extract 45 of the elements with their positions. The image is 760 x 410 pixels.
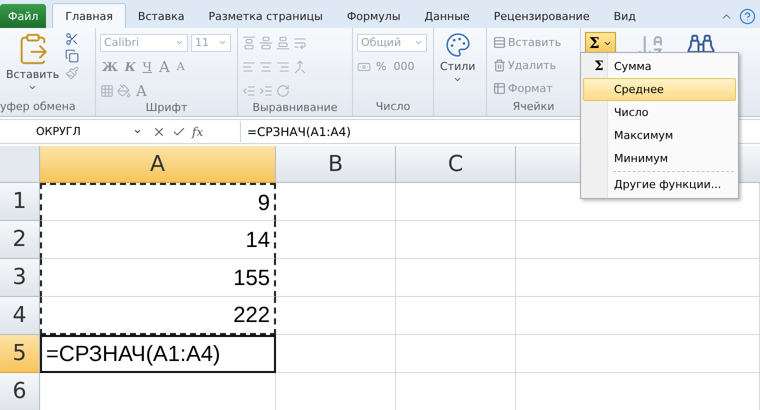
ribbon-tab[interactable]: Главная (52, 3, 126, 28)
menu-item[interactable]: Σ Сумма (583, 55, 736, 78)
group-label: Число (374, 100, 412, 115)
menu-item[interactable]: Другие функции... (583, 173, 736, 196)
insert-rows-icon (493, 36, 506, 48)
ribbon-tab[interactable]: Данные (412, 4, 482, 28)
palette-icon (444, 32, 471, 58)
column-header[interactable]: C (396, 146, 516, 183)
row-header[interactable]: 1 (0, 183, 40, 221)
name-box[interactable]: ОКРУГЛ (0, 121, 148, 142)
menu-item[interactable]: Максимум (583, 124, 736, 147)
menu-item[interactable]: Число (583, 101, 736, 124)
table-cell[interactable]: 222 (40, 297, 276, 335)
group-label: уфер обмена (0, 100, 77, 115)
select-all-button[interactable] (0, 146, 40, 183)
row-header[interactable]: 3 (0, 259, 40, 297)
table-cell[interactable]: 155 (40, 259, 276, 297)
group-label: Ячейки (512, 100, 556, 115)
ribbon-tab[interactable]: Вставка (126, 4, 197, 28)
caret-icon[interactable] (453, 75, 462, 84)
delete-icon (493, 58, 506, 72)
ribbon-tab[interactable]: Вид (602, 4, 648, 28)
column-header[interactable]: B (276, 146, 396, 183)
ribbon-tab[interactable]: Разметка страницы (196, 4, 335, 28)
table-icon (493, 82, 506, 94)
row-header[interactable]: 6 (0, 373, 40, 410)
ribbon-tab[interactable]: Рецензирование (482, 4, 602, 28)
group-label: Шрифт (144, 101, 188, 116)
menu-item[interactable]: Среднее (583, 78, 736, 101)
ribbon-tab[interactable]: Формулы (334, 4, 413, 28)
group-label: Выравнивание (251, 101, 339, 116)
formula-field[interactable]: =СРЗНАЧ(A1:A4) (247, 124, 351, 138)
row-header[interactable]: 4 (0, 297, 40, 335)
table-cell[interactable]: =СРЗНАЧ(A1:A4) (40, 335, 276, 373)
insert-function-button[interactable]: fx (192, 124, 204, 138)
table-cell[interactable]: 9 (40, 183, 276, 221)
column-header[interactable]: A (40, 146, 276, 183)
row-header[interactable]: 2 (0, 221, 40, 259)
sum-icon: Σ (594, 59, 604, 74)
table-cell[interactable]: 14 (40, 221, 276, 259)
caret-icon[interactable] (28, 83, 38, 92)
help-icon[interactable] (739, 8, 756, 24)
caret-icon[interactable] (133, 127, 142, 136)
file-tab[interactable]: Файл (0, 4, 46, 28)
row-header[interactable]: 5 (0, 335, 40, 373)
